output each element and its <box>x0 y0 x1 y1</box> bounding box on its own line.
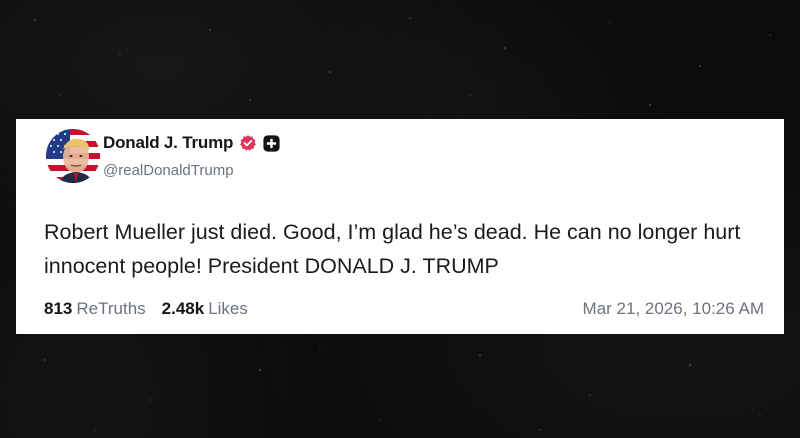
flag-portrait-icon <box>46 129 100 183</box>
post-body-text: Robert Mueller just died. Good, I’m glad… <box>44 220 741 278</box>
retruths-count[interactable]: 813 <box>44 299 72 319</box>
verified-badge-icon <box>239 134 257 152</box>
post-card: Donald J. Trump @realDonaldTrump Robert … <box>16 119 784 334</box>
author-name-row: Donald J. Trump <box>103 132 280 154</box>
likes-count[interactable]: 2.48k <box>162 299 205 319</box>
author-handle[interactable]: @realDonaldTrump <box>103 162 234 179</box>
plus-badge-icon[interactable] <box>263 134 280 152</box>
avatar[interactable] <box>46 129 100 183</box>
author-display-name[interactable]: Donald J. Trump <box>103 133 233 153</box>
likes-label[interactable]: Likes <box>208 299 248 319</box>
post-timestamp[interactable]: Mar 21, 2026, 10:26 AM <box>583 299 764 319</box>
retruths-label[interactable]: ReTruths <box>76 299 145 319</box>
post-stats: 813 ReTruths 2.48k Likes <box>44 299 248 319</box>
